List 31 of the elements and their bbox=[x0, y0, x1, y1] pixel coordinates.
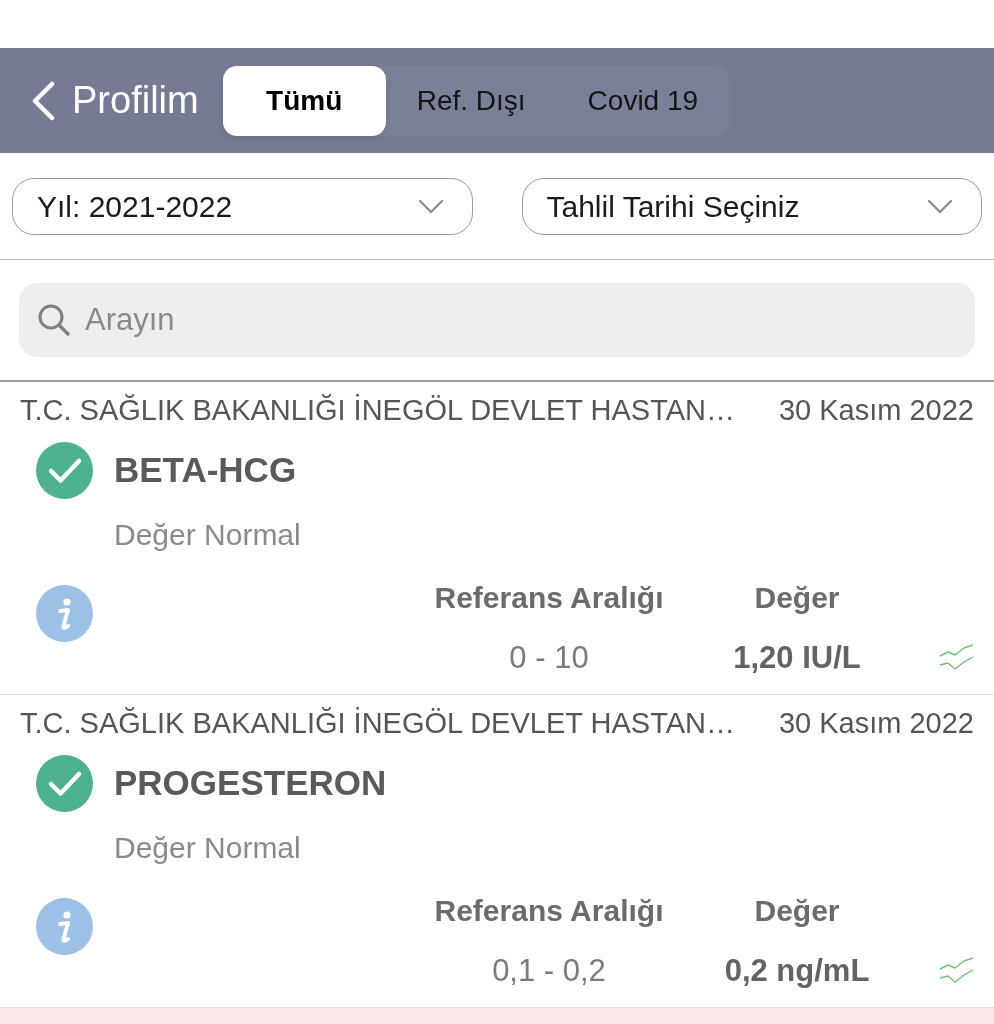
institution-name: T.C. SAĞLIK BAKANLIĞI İNEGÖL DEVLET HASTAN… bbox=[20, 707, 735, 740]
line-chart-icon[interactable] bbox=[939, 957, 974, 984]
status-text: Değer Normal bbox=[114, 829, 301, 866]
test-value: 0,2 ng/mL bbox=[724, 952, 870, 989]
chevron-left-icon bbox=[30, 80, 56, 121]
test-name: PROGESTERON bbox=[114, 763, 387, 803]
tab[interactable]: Tümü bbox=[222, 65, 386, 136]
search-icon bbox=[37, 303, 71, 337]
test-date: 30 Kasım 2022 bbox=[778, 394, 974, 427]
back-button[interactable]: Profilim bbox=[30, 79, 199, 122]
column-header: Değer bbox=[754, 580, 840, 615]
test-date: 30 Kasım 2022 bbox=[778, 707, 974, 740]
tab[interactable]: Covid 19 bbox=[556, 65, 730, 136]
reference-range: 0 - 10 bbox=[509, 639, 589, 676]
reference-range: 0,1 - 0,2 bbox=[492, 952, 606, 989]
chevron-down-icon bbox=[927, 199, 953, 214]
info-icon[interactable] bbox=[36, 584, 93, 642]
test-name: BETA-HCG bbox=[114, 450, 297, 490]
tab[interactable]: Ref. Dışı bbox=[385, 65, 557, 136]
chevron-down-icon bbox=[417, 199, 444, 214]
test-value: 1,20 IU/L bbox=[733, 639, 861, 676]
column-header: Değer bbox=[754, 893, 840, 928]
dropdown[interactable]: Yıl: 2021-2022 bbox=[12, 178, 473, 235]
institution-name: T.C. SAĞLIK BAKANLIĞI İNEGÖL DEVLET HASTAN… bbox=[20, 394, 735, 427]
column-header: Referans Aralığı bbox=[434, 580, 664, 615]
line-chart-icon[interactable] bbox=[939, 644, 974, 671]
status-text: Değer Normal bbox=[114, 516, 301, 553]
search-field[interactable]: Arayın bbox=[19, 283, 975, 357]
column-header: Referans Aralığı bbox=[434, 893, 664, 928]
dropdown[interactable]: Tahlil Tarihi Seçiniz bbox=[521, 178, 982, 235]
info-icon[interactable] bbox=[36, 897, 93, 955]
